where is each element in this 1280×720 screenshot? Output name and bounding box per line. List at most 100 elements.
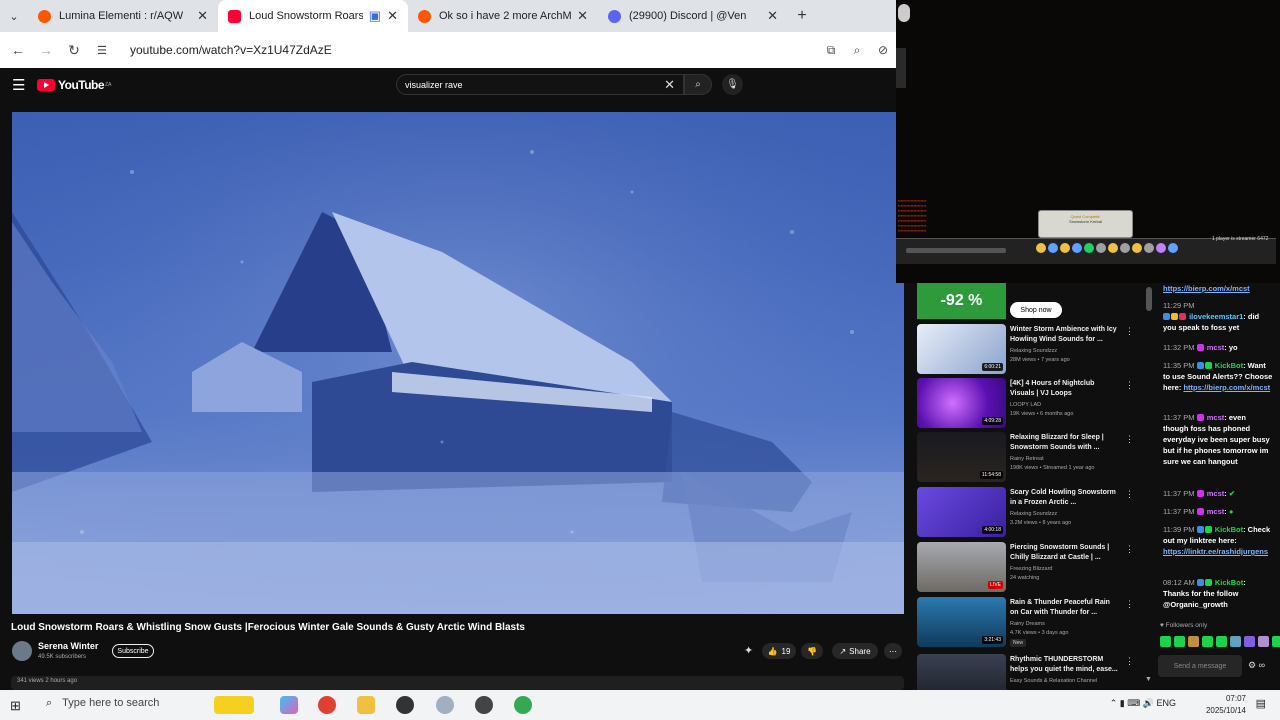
share-button[interactable]: ↗ Share [832, 643, 878, 659]
more-options-icon[interactable]: ⋮ [1125, 656, 1134, 667]
video-meta: 19K views • 6 months ago [1010, 411, 1074, 417]
video-player[interactable] [12, 112, 904, 614]
obs-icon[interactable] [475, 696, 493, 714]
chat-link[interactable]: https://linktr.ee/rashidjurgens [1163, 547, 1268, 556]
chat-message: 11:37 PM mcst: ✔ [1163, 489, 1236, 498]
tracking-protection-icon[interactable]: ⊘ [870, 43, 896, 57]
chat-user[interactable]: mcst [1207, 343, 1225, 352]
like-button[interactable]: 👍 19 [762, 643, 796, 659]
reload-icon[interactable]: ↻ [60, 42, 88, 59]
emote-icon[interactable] [1216, 636, 1227, 647]
emote-icon[interactable] [1258, 636, 1269, 647]
hamburger-menu-icon[interactable]: ☰ [12, 76, 25, 94]
more-options-icon[interactable]: ⋮ [1125, 434, 1134, 445]
close-tab-icon[interactable]: ✕ [767, 8, 778, 24]
chat-message-input[interactable]: Send a message [1158, 655, 1242, 677]
copilot-icon[interactable] [280, 696, 298, 714]
description-box[interactable]: 341 views 2 hours ago [11, 676, 904, 690]
more-options-icon[interactable]: ⋮ [1125, 489, 1134, 500]
chrome-active-icon[interactable] [514, 696, 532, 714]
emote-icon[interactable] [1230, 636, 1241, 647]
recommended-video[interactable]: 4:00:18 Scary Cold Howling Snowstorm in … [917, 487, 1157, 539]
new-tab-button[interactable]: + [788, 0, 816, 32]
game-icon[interactable] [396, 696, 414, 714]
shop-now-button[interactable]: Shop now [1010, 302, 1062, 318]
emote-icon[interactable] [1272, 636, 1280, 647]
site-info-icon[interactable]: ☰ [88, 44, 116, 57]
taskbar-clock[interactable]: 07:07 2025/10/14 [1206, 693, 1246, 717]
recommended-video[interactable]: 6:00:21 Winter Storm Ambience with Icy H… [917, 324, 1157, 376]
chat-settings-icon[interactable]: ⚙ ∞ [1248, 660, 1265, 671]
voice-search-button[interactable]: 🎙 [722, 74, 743, 95]
channel-name[interactable]: Serena Winter [38, 641, 98, 651]
chat-link[interactable]: https://bierp.com/x/mcst [1163, 284, 1250, 293]
app-icon[interactable] [436, 696, 454, 714]
system-tray[interactable]: ⌃ ▮ ⌨ 🔊 ENG [1110, 698, 1176, 709]
share-label: Share [849, 646, 871, 656]
tab-search-dropdown[interactable]: ⌄ [0, 0, 28, 32]
recommended-video[interactable]: 3:21:43 Rain & Thunder Peaceful Rain on … [917, 597, 1157, 649]
dislike-button[interactable]: 👎 [801, 643, 823, 659]
microphone-icon: 🎙 [726, 79, 739, 90]
tab-snowstorm[interactable]: Loud Snowstorm Roars & W ▣ ✕ [218, 0, 408, 32]
chat-user[interactable]: mcst [1207, 507, 1225, 516]
ad-discount-banner[interactable]: -92 % [917, 283, 1006, 319]
emote-icon[interactable] [1160, 636, 1171, 647]
search-highlight-icon[interactable] [214, 696, 254, 714]
notification-icon[interactable]: ▤ [1256, 697, 1266, 710]
video-duration: 11:54:58 [979, 471, 1003, 479]
volume-icon[interactable]: 🔊 [1143, 698, 1154, 708]
close-tab-icon[interactable]: ✕ [197, 8, 208, 24]
windows-start-icon[interactable]: ⊞ [10, 698, 21, 714]
chat-user[interactable]: mcst [1207, 413, 1225, 422]
emote-icon[interactable] [1244, 636, 1255, 647]
more-options-icon[interactable]: ⋮ [1125, 380, 1134, 391]
channel-name: Rainy Retreat [1010, 456, 1044, 462]
tab-lumina[interactable]: Lumina Elementi : r/AQW ✕ [28, 0, 218, 32]
taskbar-search[interactable]: ⌕ Type here to search [46, 697, 159, 710]
search-button[interactable]: ⌕ [684, 74, 712, 95]
sidebar-scrollbar[interactable]: ▼ [1145, 283, 1153, 683]
more-actions-button[interactable]: ⋯ [884, 643, 902, 659]
emote-icon[interactable] [1202, 636, 1213, 647]
picture-in-picture-icon[interactable]: ▣ [369, 8, 381, 24]
file-explorer-icon[interactable] [357, 696, 375, 714]
chat-user[interactable]: KickBot [1215, 578, 1243, 587]
address-bar: ← → ↻ ☰ youtube.com/watch?v=Xz1U47ZdAzE … [0, 32, 896, 68]
ai-summary-icon[interactable]: ✦ [744, 644, 753, 657]
language-indicator[interactable]: ENG [1156, 698, 1176, 708]
scroll-down-icon[interactable]: ▼ [1145, 676, 1152, 683]
url-field[interactable]: youtube.com/watch?v=Xz1U47ZdAzE [130, 43, 818, 57]
clear-search-icon[interactable]: ✕ [664, 77, 675, 93]
more-options-icon[interactable]: ⋮ [1125, 599, 1134, 610]
tab-archmage[interactable]: Ok so i have 2 more ArchMage ✕ [408, 0, 598, 32]
recommended-video[interactable]: LIVE Piercing Snowstorm Sounds | Chilly … [917, 542, 1157, 594]
subscribe-button[interactable]: Subscribe [112, 644, 154, 658]
forward-icon[interactable]: → [32, 42, 60, 58]
more-options-icon[interactable]: ⋮ [1125, 544, 1134, 555]
chat-user[interactable]: mcst [1207, 489, 1225, 498]
chat-user[interactable]: KickBot [1215, 525, 1243, 534]
chat-user[interactable]: KickBot [1215, 361, 1243, 370]
emote-icon[interactable] [1174, 636, 1185, 647]
close-tab-icon[interactable]: ✕ [577, 8, 588, 24]
zoom-icon[interactable]: ⌕ [844, 43, 870, 58]
chat-time: 11:37 PM [1163, 489, 1195, 498]
search-input[interactable]: visualizer rave ✕ [396, 74, 684, 95]
youtube-header: ☰ YouTube ZA visualizer rave ✕ ⌕ 🎙 [0, 68, 896, 102]
more-options-icon[interactable]: ⋮ [1125, 326, 1134, 337]
youtube-logo[interactable]: YouTube ZA [37, 78, 111, 92]
chat-link[interactable]: https://bierp.com/x/mcst [1183, 383, 1270, 392]
tray-chevron-icon[interactable]: ⌃ [1110, 698, 1118, 708]
back-icon[interactable]: ← [4, 42, 32, 58]
tab-discord[interactable]: (29900) Discord | @Ven ✕ [598, 0, 788, 32]
channel-avatar[interactable] [12, 641, 32, 661]
chat-user[interactable]: ilovekeemstar1 [1189, 312, 1243, 321]
chrome-icon[interactable] [318, 696, 336, 714]
recommended-video[interactable]: 4:09:28 [4K] 4 Hours of Nightclub Visual… [917, 378, 1157, 430]
emote-icon[interactable] [1188, 636, 1199, 647]
recommended-video[interactable]: 11:54:58 Relaxing Blizzard for Sleep | S… [917, 432, 1157, 484]
close-tab-icon[interactable]: ✕ [387, 8, 398, 24]
scrollbar-thumb[interactable] [1146, 287, 1152, 311]
install-app-icon[interactable]: ⧉ [818, 43, 844, 58]
